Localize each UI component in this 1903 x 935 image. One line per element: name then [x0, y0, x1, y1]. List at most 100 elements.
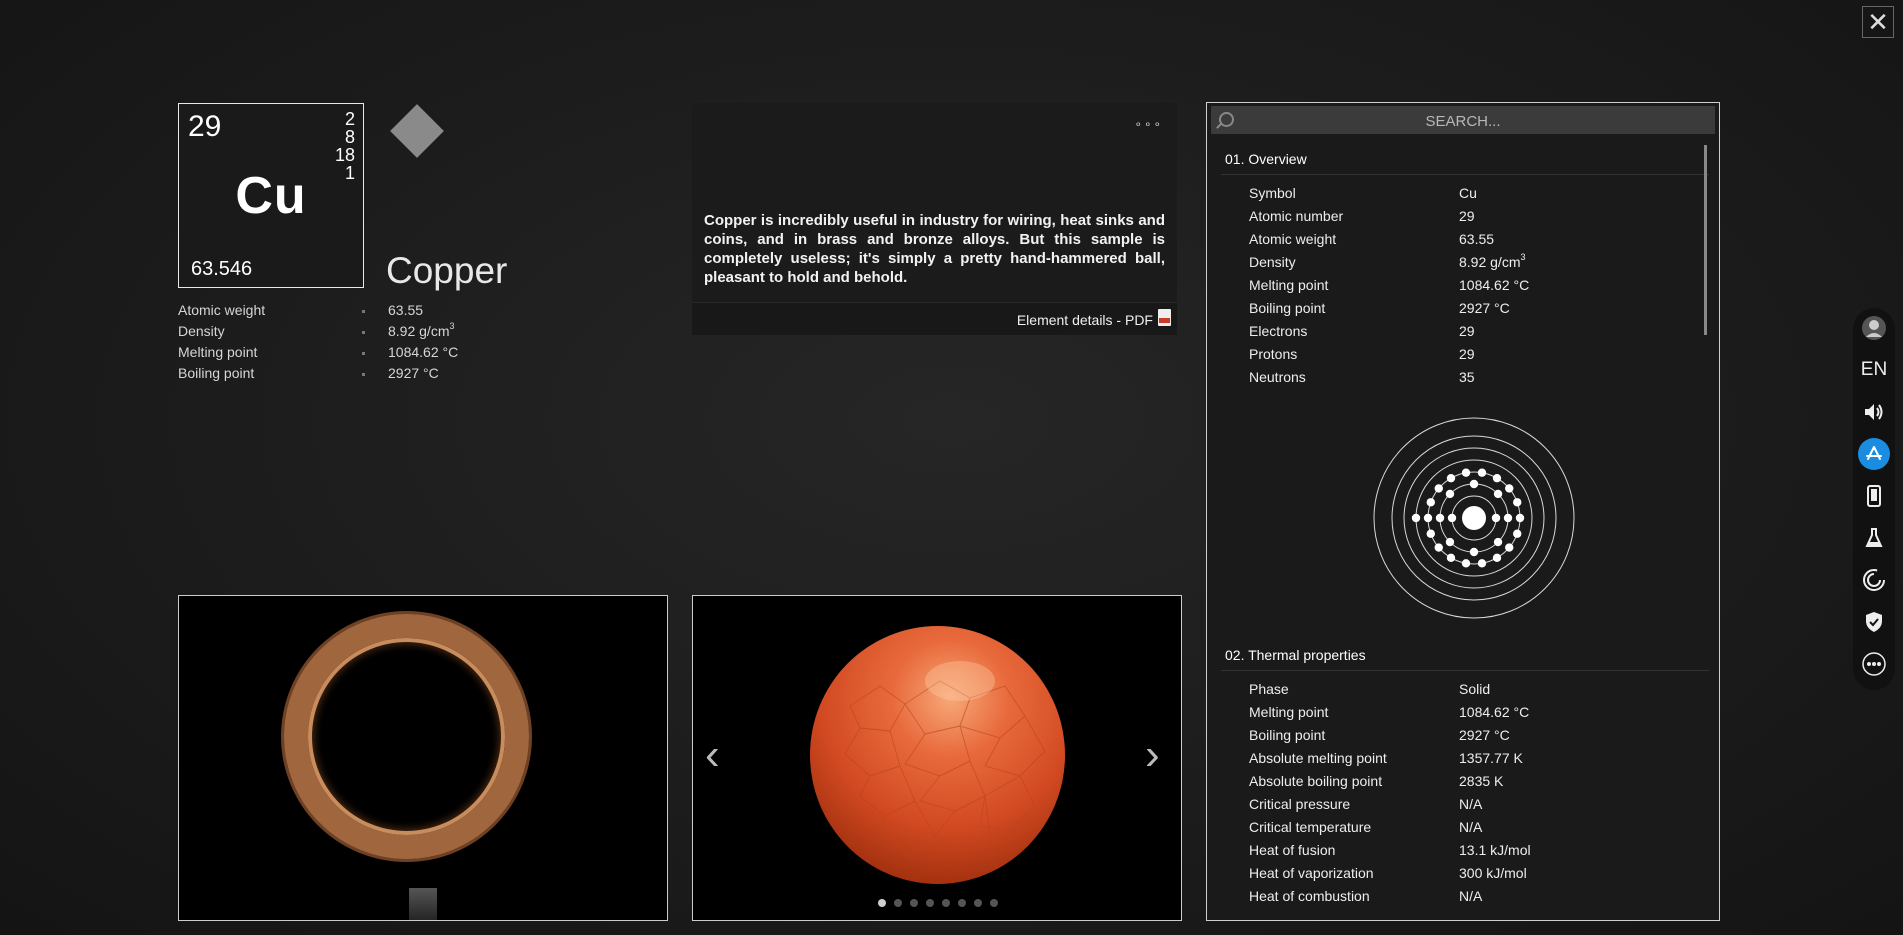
side-toolbar: EN	[1853, 308, 1895, 690]
prev-image-button[interactable]: ‹	[705, 733, 729, 777]
prop-value: 1084.62 °C	[1459, 704, 1530, 720]
prop-label: Symbol	[1249, 185, 1296, 201]
electron-dot	[1461, 559, 1471, 568]
pager-dot[interactable]	[878, 899, 886, 907]
electron-dot	[1491, 513, 1501, 523]
divider	[1221, 670, 1709, 671]
pdf-icon[interactable]	[1158, 309, 1171, 326]
element-symbol: Cu	[235, 167, 307, 225]
next-image-button[interactable]: ›	[1145, 733, 1169, 777]
electron-dot	[1434, 484, 1443, 493]
electron-dot	[1435, 513, 1445, 523]
ring-stand	[409, 888, 437, 920]
prop-value: 2927 °C	[1459, 727, 1510, 743]
phone-icon[interactable]	[1858, 480, 1890, 512]
bohr-model-diagram	[1373, 417, 1575, 619]
language-button[interactable]: EN	[1858, 354, 1890, 386]
panel-scrollbar[interactable]	[1704, 145, 1707, 335]
electron-dot	[1461, 468, 1471, 477]
prop-label: Heat of combustion	[1249, 888, 1370, 904]
search-input[interactable]	[1241, 106, 1685, 136]
electron-dot	[1477, 559, 1487, 568]
pager-dot[interactable]	[942, 899, 950, 907]
electron-dot	[1469, 547, 1479, 557]
electron-dot	[1513, 498, 1522, 507]
prop-label: Phase	[1249, 681, 1289, 697]
speaker-icon[interactable]	[1858, 396, 1890, 428]
prop-value: 1357.77 K	[1459, 750, 1523, 766]
prop-label: Atomic number	[1249, 208, 1344, 224]
pager-dot[interactable]	[990, 899, 998, 907]
summary-label: Density	[178, 323, 225, 339]
prop-value: Solid	[1459, 681, 1491, 697]
summary-row: Melting point 1084.62 °C	[178, 344, 498, 365]
shell-2: 8	[344, 127, 355, 147]
pager-dot[interactable]	[910, 899, 918, 907]
summary-value: 1084.62 °C	[388, 344, 459, 360]
electron-dot	[1411, 513, 1421, 523]
prop-value: N/A	[1459, 819, 1483, 835]
spiral-icon[interactable]	[1858, 564, 1890, 596]
prop-value: 300 kJ/mol	[1459, 865, 1527, 881]
flask-icon[interactable]	[1858, 522, 1890, 554]
summary-value: 63.55	[388, 302, 424, 318]
prop-value: 2835 K	[1459, 773, 1504, 789]
description-card: ∘∘∘ Copper is incredibly useful in indus…	[692, 103, 1177, 335]
prop-label: Neutrons	[1249, 369, 1306, 385]
electron-dot	[1447, 513, 1457, 523]
summary-row: Density 8.92 g/cm3	[178, 321, 498, 344]
summary-row: Atomic weight 63.55	[178, 302, 498, 323]
prop-value: N/A	[1459, 796, 1483, 812]
electron-dot	[1515, 513, 1525, 523]
bullet-icon	[362, 352, 365, 355]
image-carousel: ‹ ›	[692, 595, 1182, 921]
shell-1: 2	[344, 109, 355, 129]
more-icon[interactable]	[1858, 648, 1890, 680]
pdf-link[interactable]: Element details - PDF	[1017, 312, 1153, 328]
bullet-icon	[362, 310, 365, 313]
prop-value: 29	[1459, 323, 1475, 339]
summary-value: 2927 °C	[388, 365, 439, 381]
close-button[interactable]: ✕	[1862, 6, 1894, 38]
prop-label: Critical pressure	[1249, 796, 1351, 812]
summary-value: 8.92 g/cm3	[388, 321, 455, 339]
properties-panel: 01. Overview Symbol Cu Atomic number 29 …	[1206, 102, 1720, 921]
electron-dot	[1445, 489, 1455, 499]
prop-label: Density	[1249, 254, 1296, 270]
summary-row: Boiling point 2927 °C	[178, 365, 498, 386]
element-name: Copper	[386, 250, 508, 291]
element-tile: 29 2 8 18 1 Cu 63.546	[178, 103, 364, 288]
search-icon	[1219, 112, 1234, 127]
avatar-icon[interactable]	[1858, 312, 1890, 344]
electron-dot	[1505, 484, 1514, 493]
electron-dot	[1446, 553, 1456, 563]
summary-label: Boiling point	[178, 365, 255, 381]
prop-value: 29	[1459, 208, 1475, 224]
shield-check-icon[interactable]	[1858, 606, 1890, 638]
shell-3: 18	[334, 145, 355, 165]
prop-label: Melting point	[1249, 704, 1329, 720]
prop-value: 1084.62 °C	[1459, 277, 1530, 293]
hammered-texture	[844, 661, 1046, 855]
copper-ring-image	[284, 614, 529, 859]
prop-value: 13.1 kJ/mol	[1459, 842, 1531, 858]
pager-dot[interactable]	[926, 899, 934, 907]
more-options-button[interactable]: ∘∘∘	[1134, 117, 1163, 131]
section-title-overview[interactable]: 01. Overview	[1225, 151, 1307, 167]
element-weight: 63.546	[191, 258, 253, 280]
electron-dot	[1493, 489, 1503, 499]
pager-dot[interactable]	[894, 899, 902, 907]
prop-label: Absolute melting point	[1249, 750, 1387, 766]
prop-label: Protons	[1249, 346, 1298, 362]
pager-dot[interactable]	[958, 899, 966, 907]
electron-dot	[1477, 468, 1487, 477]
section-title-thermal[interactable]: 02. Thermal properties	[1225, 647, 1366, 663]
electron-dot	[1505, 543, 1514, 552]
electron-dot	[1426, 529, 1435, 538]
electron-dot	[1503, 513, 1513, 523]
app-store-icon[interactable]	[1858, 438, 1890, 470]
pager-dot[interactable]	[974, 899, 982, 907]
divider	[1221, 174, 1709, 175]
prop-label: Absolute boiling point	[1249, 773, 1383, 789]
electron-dot	[1446, 473, 1456, 483]
